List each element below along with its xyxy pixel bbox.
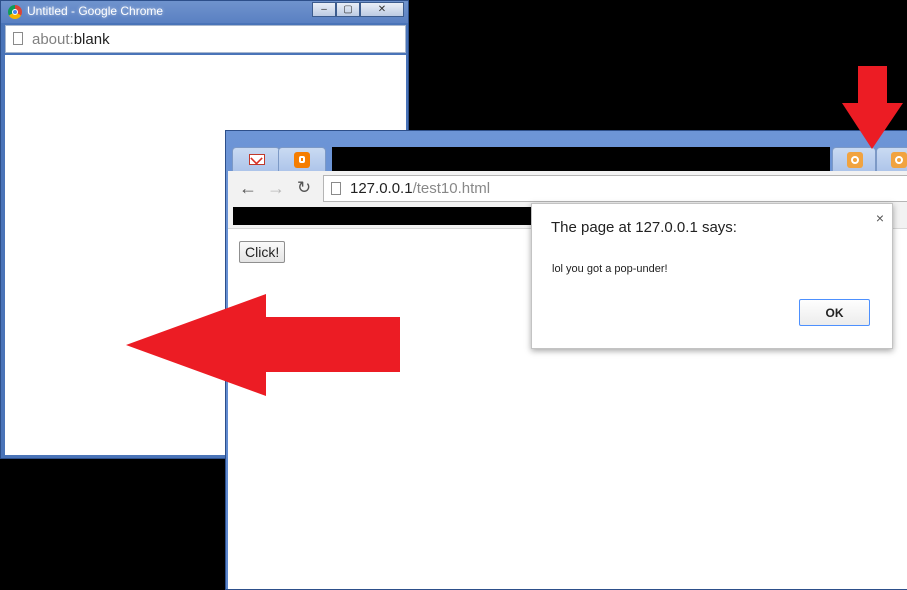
annotation-arrows: [126, 66, 903, 396]
down-arrow-icon: [842, 66, 903, 149]
left-arrow-icon: [126, 294, 400, 396]
